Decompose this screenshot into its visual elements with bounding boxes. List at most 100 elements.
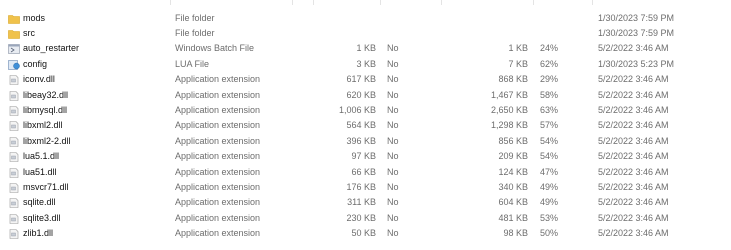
file-date-modified: 5/2/2022 3:46 AM (598, 212, 669, 223)
file-name: lua5.1.dll (23, 151, 60, 162)
file-size: 1 KB (356, 43, 376, 54)
dll-file-icon (8, 152, 20, 162)
file-date-modified: 5/2/2022 3:46 AM (598, 120, 669, 131)
file-compressed: No (387, 212, 399, 223)
file-size: 311 KB (347, 197, 376, 208)
file-date-modified: 1/30/2023 7:59 PM (598, 12, 675, 23)
dll-file-icon (8, 75, 20, 85)
file-row[interactable]: libxml2.dll Application extension 564 KB No… (0, 118, 731, 134)
file-compressed: No (387, 228, 399, 239)
file-original-size: 1 KB (508, 43, 528, 54)
file-name: iconv.dll (23, 74, 55, 85)
file-name: auto_restarter (23, 43, 80, 54)
file-compressed: No (387, 104, 399, 115)
file-ratio: 63% (540, 104, 559, 115)
file-row[interactable]: src File folder 1/30/2023 7:59 PM (0, 26, 731, 42)
file-row[interactable]: mods File folder 1/30/2023 7:59 PM (0, 11, 731, 27)
file-name: mods (23, 12, 46, 23)
column-header-strip (0, 0, 731, 6)
file-size: 564 KB (346, 120, 376, 131)
file-icon-cell (8, 103, 22, 119)
file-compressed: No (387, 135, 399, 146)
file-icon-cell (8, 226, 22, 242)
file-row[interactable]: sqlite.dll Application extension 311 KB No 6… (0, 195, 731, 211)
file-original-size: 98 KB (503, 228, 528, 239)
file-row[interactable]: msvcr71.dll Application extension 176 KB No… (0, 180, 731, 196)
file-original-size: 1,298 KB (490, 120, 528, 131)
file-compressed: No (387, 197, 399, 208)
file-name: libeay32.dll (23, 89, 69, 100)
file-ratio: 47% (540, 166, 559, 177)
file-original-size: 124 KB (498, 166, 528, 177)
file-name: libmysql.dll (23, 104, 68, 115)
file-name: src (23, 27, 35, 38)
file-icon-cell (8, 195, 22, 211)
file-date-modified: 5/2/2022 3:46 AM (598, 135, 669, 146)
file-row[interactable]: sqlite3.dll Application extension 230 KB No… (0, 211, 731, 227)
file-date-modified: 5/2/2022 3:46 AM (598, 151, 669, 162)
dll-file-icon (8, 183, 20, 193)
column-separator[interactable] (313, 0, 314, 5)
file-original-size: 481 KB (498, 212, 528, 223)
file-size: 230 KB (346, 212, 376, 223)
file-icon-cell (8, 26, 22, 42)
file-original-size: 2,650 KB (490, 104, 528, 115)
file-original-size: 340 KB (498, 181, 528, 192)
file-row[interactable]: auto_restarter Windows Batch File 1 KB No 1 … (0, 41, 731, 57)
file-row[interactable]: lua5.1.dll Application extension 97 KB No 20… (0, 149, 731, 165)
file-ratio: 49% (540, 181, 559, 192)
dll-file-icon (8, 90, 20, 101)
file-original-size (448, 11, 528, 27)
file-row[interactable]: lua51.dll Application extension 66 KB No 124… (0, 165, 731, 181)
file-row[interactable]: zlib1.dll Application extension 50 KB No 98 … (0, 226, 731, 242)
column-separator[interactable] (592, 0, 593, 5)
file-original-size: 604 KB (498, 197, 528, 208)
file-row[interactable]: iconv.dll Application extension 617 KB No 86… (0, 72, 731, 88)
file-compressed (387, 26, 437, 42)
file-row[interactable]: libxml2-2.dll Application extension 396 KB… (0, 134, 731, 150)
file-original-size: 7 KB (508, 58, 528, 69)
file-name: libxml2-2.dll (23, 135, 71, 146)
file-original-size: 868 KB (498, 74, 528, 85)
folder-icon (8, 14, 20, 24)
file-icon-cell (8, 88, 22, 104)
file-date-modified: 5/2/2022 3:46 AM (598, 166, 669, 177)
file-date-modified: 1/30/2023 5:23 PM (598, 58, 675, 69)
file-size (296, 26, 376, 42)
file-compressed: No (387, 89, 399, 100)
column-separator[interactable] (170, 0, 171, 5)
file-date-modified: 5/2/2022 3:46 AM (598, 181, 669, 192)
file-row[interactable]: config LUA File 3 KB No 7 KB 62% 1/30/2023 5:2… (0, 57, 731, 73)
dll-file-icon (8, 121, 20, 132)
file-original-size: 1,467 KB (490, 89, 528, 100)
file-ratio: 53% (540, 212, 559, 223)
dll-file-icon (8, 106, 20, 116)
file-ratio: 49% (540, 197, 559, 208)
file-name: msvcr71.dll (23, 181, 69, 192)
dll-file-icon (8, 167, 20, 178)
file-compressed: No (387, 58, 399, 69)
batch-file-icon (8, 44, 20, 55)
file-ratio: 62% (540, 58, 559, 69)
file-compressed: No (387, 74, 399, 85)
file-compressed: No (387, 181, 399, 192)
file-name: lua51.dll (23, 166, 57, 177)
file-row[interactable]: libeay32.dll Application extension 620 KB N… (0, 88, 731, 104)
file-name: libxml2.dll (23, 120, 63, 131)
column-separator[interactable] (441, 0, 442, 5)
file-size: 1,006 KB (338, 104, 376, 115)
file-size: 97 KB (351, 151, 376, 162)
column-separator[interactable] (292, 0, 293, 5)
file-size: 617 KB (346, 74, 376, 85)
file-ratio (540, 11, 580, 27)
column-separator[interactable] (533, 0, 534, 5)
file-row[interactable]: libmysql.dll Application extension 1,006 K… (0, 103, 731, 119)
file-name: zlib1.dll (23, 228, 54, 239)
file-size: 66 KB (351, 166, 376, 177)
dll-file-icon (8, 213, 20, 224)
file-original-size: 856 KB (498, 135, 528, 146)
file-compressed: No (387, 166, 399, 177)
file-compressed: No (387, 151, 399, 162)
file-ratio: 24% (540, 43, 559, 54)
column-separator[interactable] (380, 0, 381, 5)
